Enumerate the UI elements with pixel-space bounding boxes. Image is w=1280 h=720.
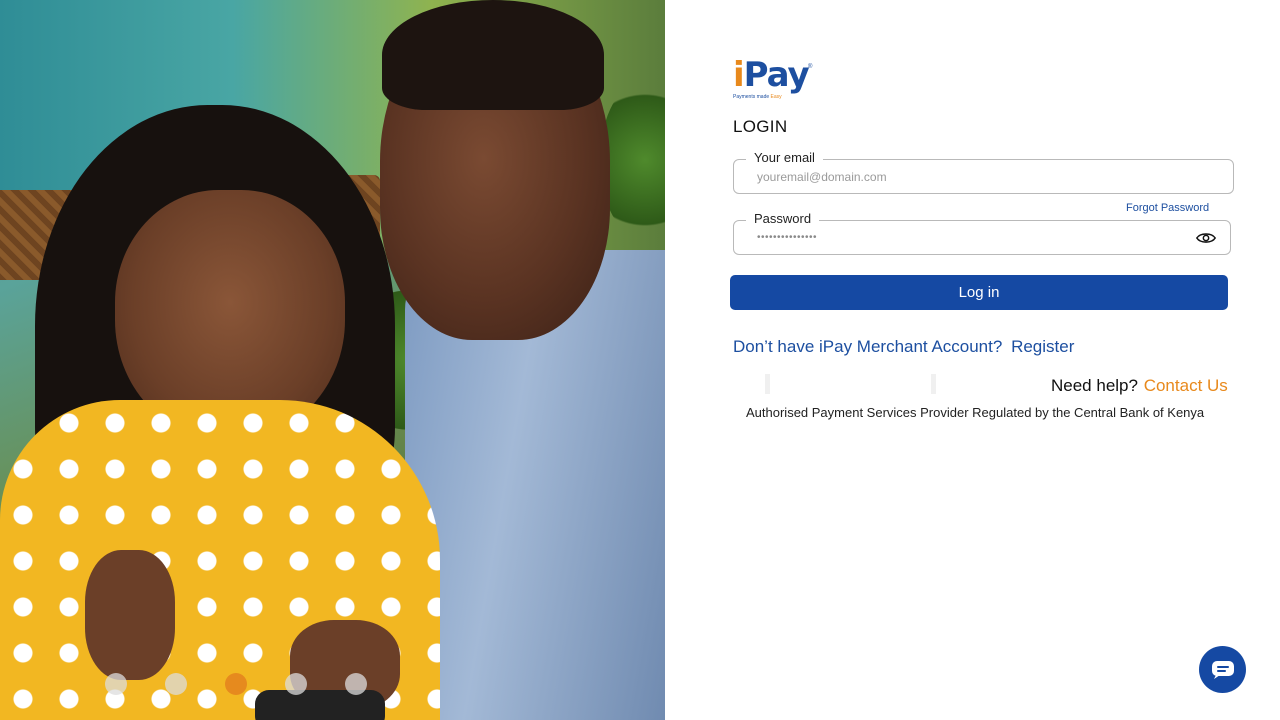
login-button[interactable]: Log in [730, 275, 1228, 310]
carousel-dot[interactable] [165, 673, 187, 695]
logo-pay: Pay [743, 55, 810, 95]
help-prompt-text: Need help? [1051, 376, 1138, 395]
logo-tagline: Payments made Easy [733, 94, 823, 100]
chat-button[interactable] [1199, 646, 1246, 693]
ipay-logo: iPay ® Payments made Easy [733, 58, 823, 102]
logo-i: i [733, 55, 745, 95]
logo-tagline-accent: Easy [770, 94, 782, 100]
hero-photo [0, 0, 665, 720]
hero-hand [85, 550, 175, 680]
help-prompt: Need help? Contact Us [1051, 376, 1228, 396]
carousel-dot[interactable] [345, 673, 367, 695]
email-input[interactable] [757, 160, 1177, 193]
register-link[interactable]: Register [1011, 337, 1074, 356]
carousel-dot[interactable] [285, 673, 307, 695]
contact-us-link[interactable]: Contact Us [1144, 376, 1228, 395]
password-input[interactable]: ••••••••••••••• [757, 221, 1177, 254]
chat-icon [1211, 660, 1234, 679]
register-prompt: Don’t have iPay Merchant Account? Regist… [733, 337, 1074, 357]
password-field[interactable]: Password ••••••••••••••• [733, 211, 1231, 255]
carousel-dot[interactable] [105, 673, 127, 695]
logo-tagline-prefix: Payments made [733, 94, 771, 100]
divider [765, 374, 770, 394]
logo-registered-mark: ® [808, 64, 813, 70]
register-prompt-text: Don’t have iPay Merchant Account? [733, 337, 1003, 356]
hero-man-hair [382, 0, 604, 110]
carousel-dots [105, 673, 367, 695]
login-panel: iPay ® Payments made Easy LOGIN Your ema… [665, 0, 1280, 720]
regulatory-notice: Authorised Payment Services Provider Reg… [746, 405, 1205, 420]
divider [931, 374, 936, 394]
eye-icon[interactable] [1196, 230, 1216, 246]
page-title: LOGIN [733, 117, 788, 136]
email-field[interactable]: Your email [733, 150, 1234, 194]
carousel-dot-active[interactable] [225, 673, 247, 695]
forgot-password-link[interactable]: Forgot Password [1126, 202, 1209, 214]
